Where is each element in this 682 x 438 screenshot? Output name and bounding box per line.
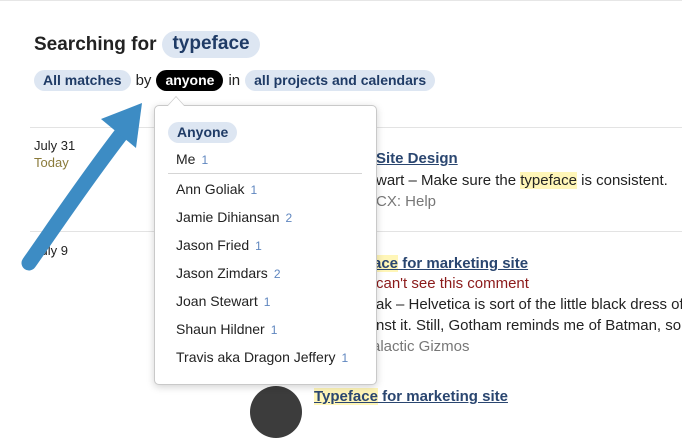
date-text: July 9 [34, 243, 68, 258]
search-result: Typeface for marketing site [314, 388, 508, 405]
dropdown-option-person[interactable]: Jason Zimdars 2 [176, 265, 281, 281]
dropdown-divider [168, 173, 362, 174]
page-title: Searching for typeface [34, 31, 260, 58]
scope-filter-button[interactable]: all projects and calendars [245, 70, 436, 91]
result-snippet-line2: nst it. Still, Gotham reminds me of Batm… [376, 317, 682, 334]
option-label: Jason Fried [176, 237, 250, 253]
snippet-text-end: is consistent. [576, 172, 668, 189]
snippet-text: ak – Helvetica is sort of the little bla… [376, 296, 682, 313]
option-label: Me [176, 151, 196, 167]
by-label: by [135, 72, 152, 89]
option-label: Jamie Dihiansan [176, 209, 280, 225]
option-count: 1 [201, 153, 209, 167]
avatar [250, 386, 302, 438]
snippet-text: wart – Make sure the [376, 172, 521, 189]
dropdown-option-anyone[interactable]: Anyone [168, 122, 238, 143]
result-title-link[interactable]: Site Design [376, 150, 458, 167]
option-label: Shaun Hildner [176, 321, 265, 337]
title-rest: for marketing site [398, 255, 529, 272]
date-group-label: July 31 Today [34, 138, 75, 170]
person-filter-button[interactable]: anyone [156, 70, 224, 91]
date-group-label: July 9 [34, 243, 68, 258]
dropdown-option-person[interactable]: Ann Goliak 1 [176, 181, 257, 197]
option-label: Joan Stewart [176, 293, 258, 309]
title-prefix: Searching for [34, 33, 157, 55]
option-count: 1 [263, 295, 271, 309]
date-text: July 31 [34, 138, 76, 153]
search-result: Site Design [376, 150, 458, 167]
private-comment-warning: can't see this comment [376, 275, 529, 292]
option-count: 1 [341, 351, 349, 365]
option-label: Travis aka Dragon Jeffery [176, 349, 336, 365]
result-snippet: wart – Make sure the typeface is consist… [376, 172, 668, 189]
result-project[interactable]: alactic Gizmos [372, 338, 470, 355]
person-filter-dropdown: Anyone Me 1 Ann Goliak 1 Jamie Dihiansan 2 … [154, 96, 377, 385]
result-title-link[interactable]: face for marketing site [368, 255, 528, 272]
result-project[interactable]: CX: Help [376, 193, 436, 210]
option-count: 2 [273, 267, 281, 281]
relative-date: Today [34, 155, 69, 170]
dropdown-option-person[interactable]: Jamie Dihiansan 2 [176, 209, 292, 225]
option-count: 2 [285, 211, 293, 225]
option-label: Jason Zimdars [176, 265, 268, 281]
option-label: Ann Goliak [176, 181, 245, 197]
in-label: in [228, 72, 241, 89]
dropdown-caret-fill [167, 97, 185, 107]
search-result: face for marketing site [368, 255, 528, 272]
dropdown-option-person[interactable]: Jason Fried 1 [176, 237, 262, 253]
dropdown-option-me[interactable]: Me 1 [176, 151, 208, 167]
search-results-page: Searching for typeface All matches by an… [0, 0, 682, 438]
match-filter-button[interactable]: All matches [34, 70, 131, 91]
result-title-link[interactable]: Typeface for marketing site [314, 388, 508, 405]
title-rest: for marketing site [377, 388, 508, 405]
search-term-pill[interactable]: typeface [162, 31, 260, 58]
dropdown-option-person[interactable]: Joan Stewart 1 [176, 293, 270, 309]
dropdown-option-person[interactable]: Shaun Hildner 1 [176, 321, 277, 337]
option-count: 1 [255, 239, 262, 253]
snippet-highlight: typeface [520, 172, 577, 189]
result-snippet: ak – Helvetica is sort of the little bla… [376, 296, 682, 313]
search-filters: All matches by anyone in all projects an… [34, 70, 436, 91]
option-count: 1 [270, 323, 278, 337]
title-highlight: Typeface [314, 388, 378, 405]
option-count: 1 [250, 183, 258, 197]
dropdown-option-person[interactable]: Travis aka Dragon Jeffery 1 [176, 349, 348, 365]
